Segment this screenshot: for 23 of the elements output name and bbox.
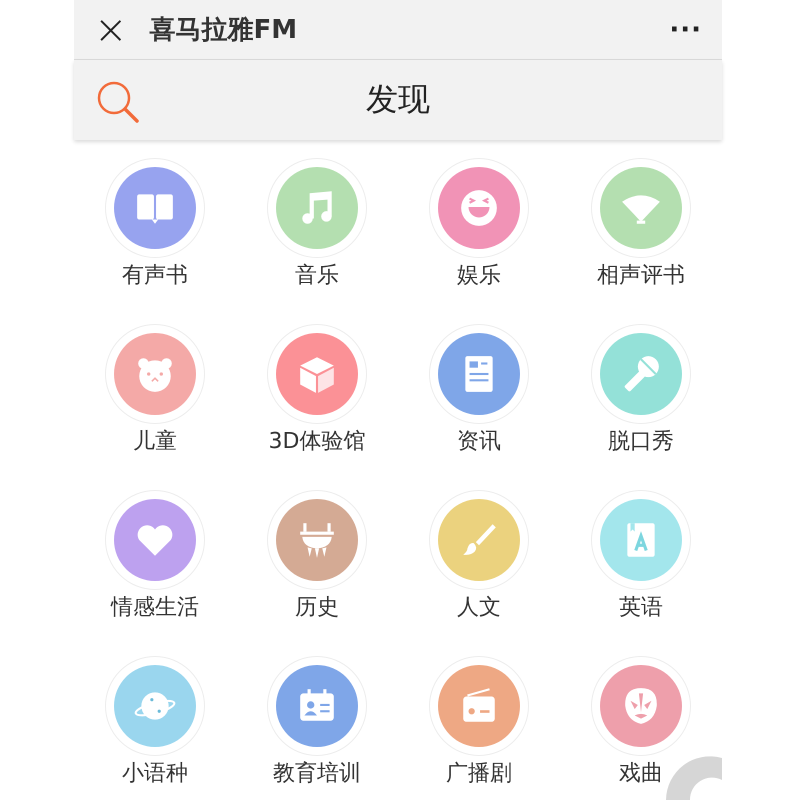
category-label: 小语种 [122, 760, 188, 788]
category-label: 广播剧 [446, 760, 512, 788]
more-button[interactable]: ··· [669, 14, 702, 44]
category-label: 3D体验馆 [268, 428, 366, 456]
window-title: 喜马拉雅FM [150, 14, 298, 47]
category-label: 英语 [619, 594, 663, 622]
category-label: 戏曲 [619, 760, 663, 788]
category-label: 有声书 [122, 262, 188, 290]
page-title: 发现 [366, 79, 430, 120]
category-label: 人文 [457, 594, 501, 622]
search-icon[interactable] [96, 80, 140, 124]
category-label: 历史 [295, 594, 339, 622]
floating-ring-icon[interactable] [664, 754, 724, 800]
category-label: 情感生活 [111, 594, 199, 622]
close-button[interactable]: × [94, 10, 128, 50]
category-label: 儿童 [133, 428, 177, 456]
smiley-icon [458, 187, 500, 229]
category-label: 音乐 [295, 262, 339, 290]
category-label: 脱口秀 [608, 428, 674, 456]
category-label: 教育培训 [273, 760, 361, 788]
category-label: 娱乐 [457, 262, 501, 290]
category-label: 资讯 [457, 428, 501, 456]
category-label: 相声评书 [597, 262, 685, 290]
